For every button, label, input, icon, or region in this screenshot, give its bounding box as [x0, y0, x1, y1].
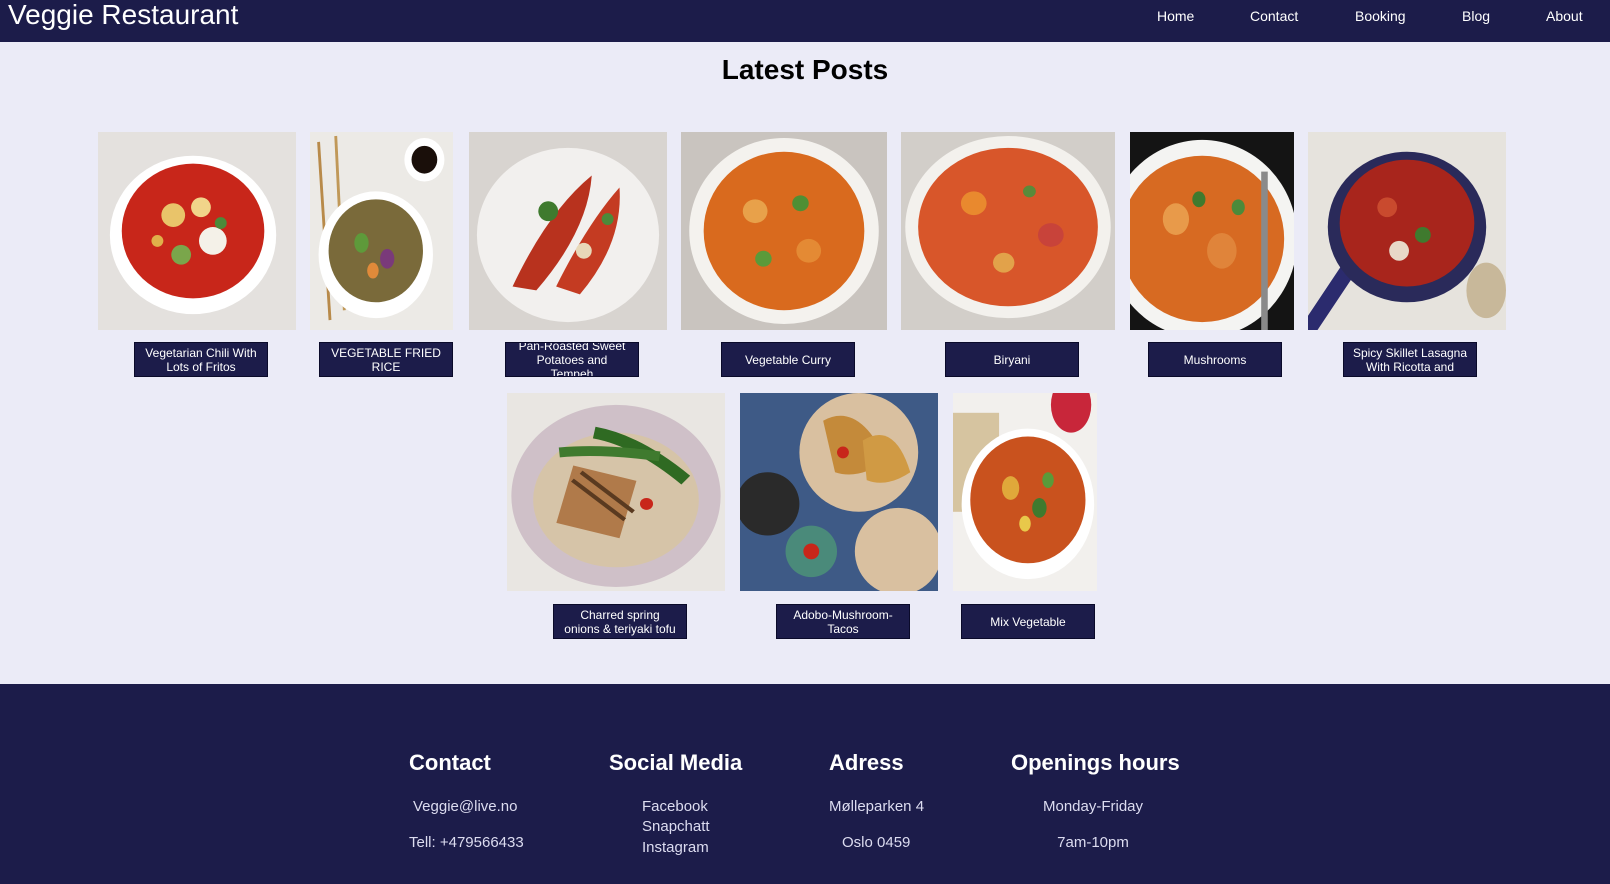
footer-hours-time: 7am-10pm — [1057, 834, 1129, 851]
nav-home-link[interactable]: Home — [1157, 8, 1194, 24]
post-button-vegetable-curry[interactable]: Vegetable Curry — [721, 342, 855, 377]
post-image-vegetable-curry[interactable] — [681, 132, 887, 330]
post-button-skillet-lasagna[interactable]: Spicy Skillet Lasagna With Ricotta and S… — [1343, 342, 1477, 377]
post-button-sweet-potatoes[interactable]: Pan-Roasted Sweet Potatoes and Tempeh — [505, 342, 639, 377]
post-button-teriyaki-tofu[interactable]: Charred spring onions & teriyaki tofu — [553, 604, 687, 639]
post-image-tacos[interactable] — [740, 393, 938, 591]
nav-blog-link[interactable]: Blog — [1462, 8, 1490, 24]
footer-snapchat-link[interactable]: Snapchatt — [642, 818, 710, 835]
brand-logo-link[interactable]: Veggie Restaurant — [8, 0, 238, 32]
footer-email: Veggie@live.no — [413, 798, 518, 815]
post-image-fried-rice[interactable] — [310, 132, 453, 330]
site-footer: Contact Veggie@live.no Tell: +479566433 … — [0, 684, 1610, 884]
post-button-biryani[interactable]: Biryani — [945, 342, 1079, 377]
post-button-chili[interactable]: Vegetarian Chili With Lots of Fritos — [134, 342, 268, 377]
page-title: Latest Posts — [721, 54, 889, 85]
footer-facebook-link[interactable]: Facebook — [642, 798, 708, 815]
post-image-chili[interactable] — [98, 132, 296, 330]
footer-instagram-link[interactable]: Instagram — [642, 839, 709, 856]
footer-address-heading: Adress — [829, 750, 904, 775]
footer-phone: Tell: +479566433 — [409, 834, 524, 851]
top-navbar: Veggie Restaurant Home Contact Booking B… — [0, 0, 1610, 42]
footer-city: Oslo 0459 — [842, 834, 911, 851]
post-button-mushrooms[interactable]: Mushrooms — [1148, 342, 1282, 377]
footer-contact-heading: Contact — [409, 750, 491, 775]
post-image-teriyaki-tofu[interactable] — [507, 393, 725, 591]
post-image-mushrooms[interactable] — [1130, 132, 1294, 330]
post-button-tacos[interactable]: Adobo-Mushroom-Tacos — [776, 604, 910, 639]
post-image-biryani[interactable] — [901, 132, 1115, 330]
footer-social-heading: Social Media — [609, 750, 743, 775]
footer-street: Mølleparken 4 — [829, 798, 925, 815]
nav-booking-link[interactable]: Booking — [1355, 8, 1406, 24]
footer-hours-heading: Openings hours — [1011, 750, 1180, 775]
nav-about-link[interactable]: About — [1546, 8, 1583, 24]
post-image-skillet-lasagna[interactable] — [1308, 132, 1506, 330]
post-image-sweet-potatoes[interactable] — [469, 132, 667, 330]
nav-contact-link[interactable]: Contact — [1250, 8, 1298, 24]
post-image-mix-vegetable[interactable] — [953, 393, 1097, 591]
footer-hours-days: Monday-Friday — [1042, 798, 1144, 815]
post-button-mix-vegetable[interactable]: Mix Vegetable — [961, 604, 1095, 639]
post-button-fried-rice[interactable]: VEGETABLE FRIED RICE — [319, 342, 453, 377]
